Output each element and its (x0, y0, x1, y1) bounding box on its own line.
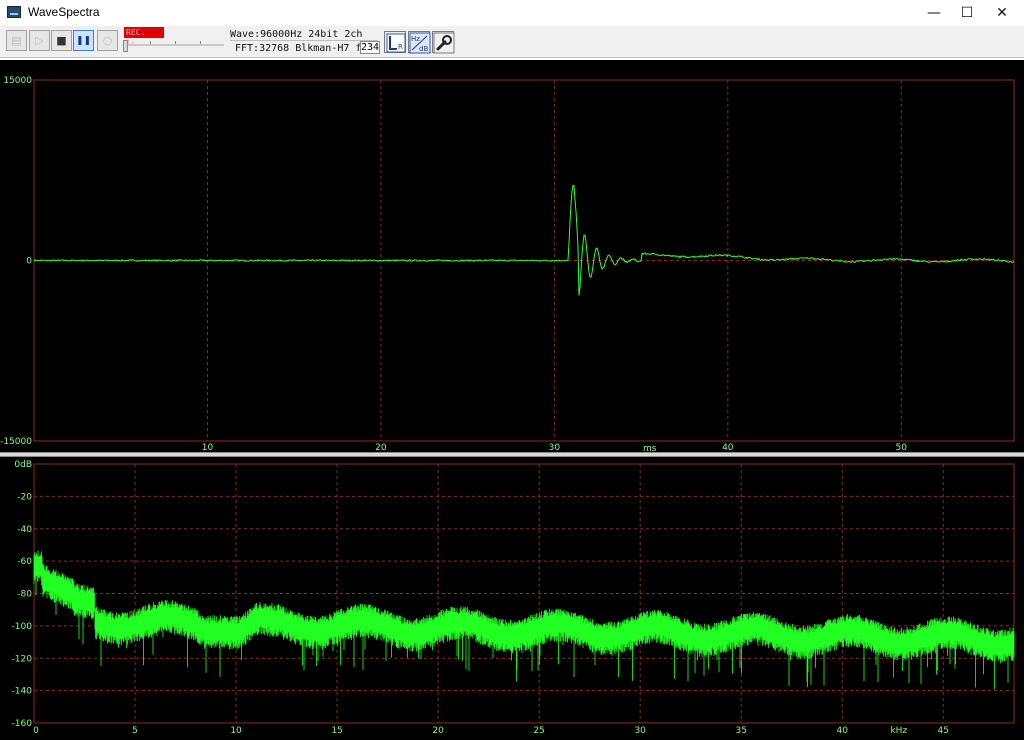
x-tick-label: 50 (896, 443, 908, 452)
rec-input-label: REC. In. (124, 27, 164, 48)
app-icon (7, 6, 21, 18)
waveform-panel: 10 20 30 40 50 15000 0 -15000 ms (0, 60, 1024, 452)
x-tick-label: 45 (938, 726, 949, 736)
svg-text:R: R (398, 43, 403, 51)
lr-channel-icon: R (386, 33, 406, 53)
x-tick-label: 30 (549, 443, 561, 452)
record-icon: ○ (102, 34, 113, 47)
y-tick-label: -20 (17, 492, 32, 502)
y-tick-label: -140 (12, 687, 33, 697)
y-tick-label: 0dB (14, 460, 32, 470)
waveform-trace (33, 184, 1015, 296)
slider-tick (150, 41, 151, 44)
y-tick-label: -160 (12, 719, 33, 729)
y-tick-label: -80 (17, 590, 32, 600)
waveform-chart: 10 20 30 40 50 15000 0 -15000 ms (0, 76, 1015, 452)
stop-button[interactable]: ■ (51, 30, 72, 51)
play-icon: ▷ (35, 34, 44, 47)
fft-info: FFT:32768 Blkman-H7 fps: (235, 43, 380, 54)
svg-text:Hz: Hz (411, 35, 420, 43)
x-tick-label: 25 (533, 726, 544, 736)
fps-value: 234 (360, 41, 380, 54)
y-tick-label: -60 (17, 557, 32, 567)
y-tick-label: 0 (26, 257, 32, 267)
stop-icon: ■ (56, 34, 67, 47)
spectrum-trace (33, 550, 1015, 690)
pause-button[interactable]: ❚❚ (73, 30, 94, 51)
spectrum-panel: 0 5 10 15 20 25 30 35 40 45 0dB -20 -40 -60 -80 -100 -12… (0, 457, 1024, 740)
x-tick-label: 30 (634, 726, 646, 736)
x-tick-label: 10 (202, 443, 214, 452)
x-tick-label: 15 (331, 726, 342, 736)
maximize-button[interactable]: ☐ (950, 0, 984, 26)
x-tick-label: 20 (375, 443, 387, 452)
slider-tick (175, 41, 176, 44)
wrench-icon (433, 32, 455, 54)
close-button[interactable]: ✕ (985, 0, 1019, 26)
x-unit-label: ms (643, 444, 657, 452)
x-tick-label: 5 (132, 726, 138, 736)
y-tick-label: -40 (17, 525, 32, 535)
plot-frame (33, 463, 1015, 724)
slider-tick (200, 41, 201, 44)
y-tick-label: -100 (12, 622, 33, 632)
lr-channel-button[interactable]: R (384, 31, 406, 53)
record-button[interactable]: ○ (97, 30, 118, 51)
input-level-slider[interactable] (123, 40, 128, 52)
x-tick-label: 40 (837, 726, 849, 736)
play-button[interactable]: ▷ (29, 30, 50, 51)
hz-db-icon: Hz dB (409, 32, 431, 54)
spectrum-chart: 0 5 10 15 20 25 30 35 40 45 0dB -20 -40 -60 -80 -100 -12… (12, 460, 1015, 736)
settings-button[interactable] (432, 31, 455, 54)
y-tick-label: 15000 (3, 76, 32, 86)
window-title: WaveSpectra (28, 5, 100, 19)
pause-icon: ❚❚ (75, 35, 92, 46)
x-tick-label: 35 (735, 726, 746, 736)
x-tick-label: 20 (432, 726, 444, 736)
title-bar: WaveSpectra — ☐ ✕ (0, 0, 1024, 26)
open-button[interactable]: ▤ (6, 30, 27, 51)
x-tick-label: 0 (33, 726, 39, 736)
input-level-slider-track (124, 44, 224, 46)
wave-format-info: Wave:96000Hz 24bit 2ch (230, 29, 378, 41)
x-tick-label: 10 (230, 726, 242, 736)
hz-db-button[interactable]: Hz dB (408, 31, 431, 54)
open-icon: ▤ (11, 34, 22, 47)
minimize-button[interactable]: — (917, 0, 951, 26)
svg-text:dB: dB (419, 45, 428, 53)
y-tick-label: -15000 (0, 437, 32, 447)
x-tick-label: 40 (722, 443, 734, 452)
x-unit-label: kHz (890, 726, 907, 736)
y-tick-label: -120 (12, 654, 33, 664)
